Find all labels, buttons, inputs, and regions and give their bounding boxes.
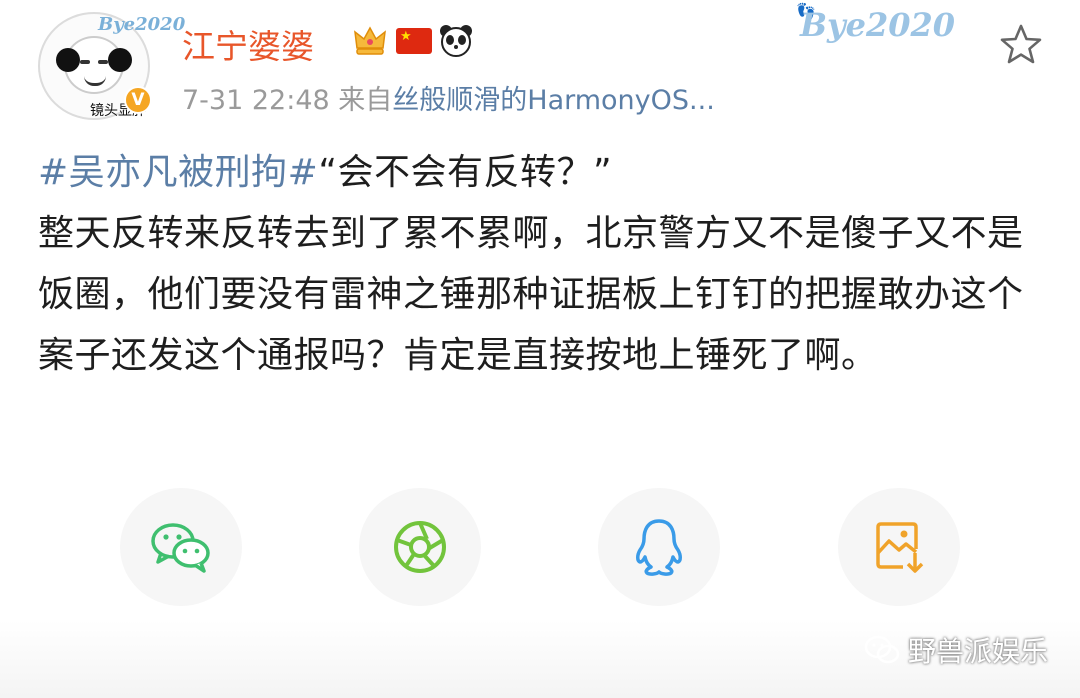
verified-badge-icon: V — [124, 86, 152, 114]
watermark: 野兽派娱乐 — [864, 630, 1048, 670]
moments-icon — [394, 521, 446, 573]
share-qq-button[interactable] — [598, 488, 720, 606]
post-body-rest: 整天反转来反转去到了累不累啊，北京警方又不是傻子又不是饭圈，他们要没有雷神之锤那… — [38, 213, 1024, 376]
panda-icon — [440, 25, 472, 57]
post-body-first: “会不会有反转？” — [318, 152, 613, 193]
hashtag-link[interactable]: #吴亦凡被刑拘# — [38, 152, 318, 193]
post-text: #吴亦凡被刑拘#“会不会有反转？” 整天反转来反转去到了累不累啊，北京警方又不是傻… — [38, 142, 1048, 386]
share-wechat-button[interactable] — [120, 488, 242, 606]
wechat-icon — [151, 523, 210, 573]
post-time: 7-31 22:48 — [182, 85, 330, 116]
favorite-star-icon[interactable] — [998, 22, 1044, 68]
save-image-icon — [876, 522, 924, 573]
qq-icon — [636, 519, 682, 576]
source-link[interactable]: 丝般顺滑的HarmonyOS... — [392, 85, 715, 116]
panda-meme-face — [56, 36, 132, 94]
panda-ear-right — [108, 48, 132, 72]
wechat-watermark-icon — [864, 635, 900, 664]
post-meta: 7-31 22:48 来自丝般顺滑的HarmonyOS... — [182, 78, 715, 117]
china-flag-icon: ★ — [396, 28, 432, 54]
watermark-text: 野兽派娱乐 — [908, 635, 1049, 668]
avatar-decoration: Bye2020 — [98, 14, 186, 35]
panda-mouth — [84, 76, 106, 86]
save-image-button[interactable] — [838, 488, 960, 606]
crown-icon — [354, 26, 386, 55]
flag-star-icon: ★ — [400, 29, 412, 44]
source-prefix: 来自 — [338, 85, 393, 116]
username[interactable]: 江宁婆婆 — [182, 20, 314, 68]
panda-eye-right — [98, 60, 108, 64]
panda-eye-left — [80, 60, 90, 64]
header-sticker: Bye2020 — [800, 6, 956, 44]
share-row — [0, 488, 1080, 608]
share-moments-button[interactable] — [359, 488, 481, 606]
panda-ear-left — [56, 48, 80, 72]
